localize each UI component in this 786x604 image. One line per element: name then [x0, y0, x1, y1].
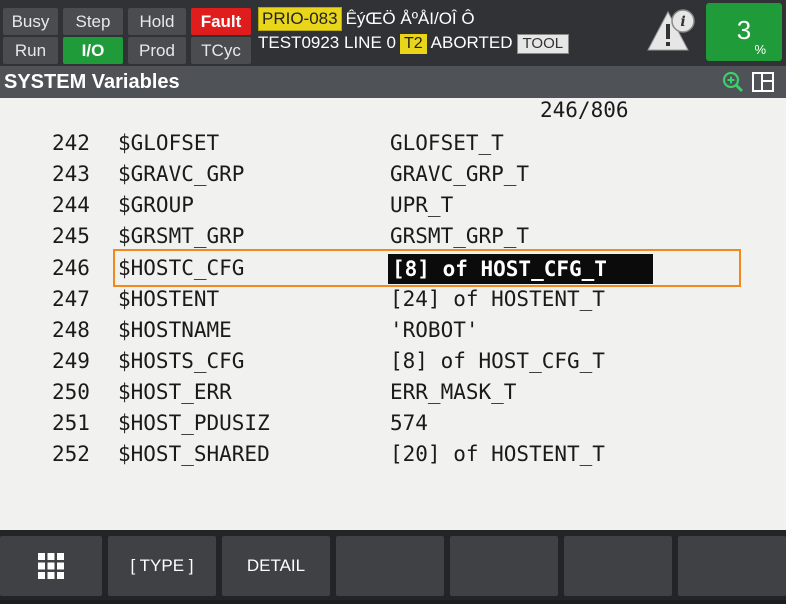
program-status-line: TEST0923 LINE 0 T2 ABORTED TOOL — [258, 31, 570, 55]
variable-row-selected[interactable]: 246 $HOSTC_CFG [8] of HOST_CFG_T — [0, 253, 786, 284]
variable-name: $HOSTC_CFG — [118, 256, 245, 280]
variable-value: 'ROBOT' — [390, 318, 479, 342]
system-variables-list: 246/806 242 $GLOFSET GLOFSET_T 243 $GRAV… — [0, 98, 786, 530]
variable-number: 245 — [52, 224, 90, 248]
alert-info-icon[interactable]: i — [646, 6, 700, 56]
variable-value: UPR_T — [390, 193, 454, 217]
variable-name: $HOST_SHARED — [118, 442, 270, 466]
grid-menu-icon — [38, 553, 64, 579]
function-key-bar: [ TYPE ] DETAIL — [0, 530, 786, 600]
variable-name: $HOST_ERR — [118, 380, 232, 404]
override-value: 3 — [736, 15, 752, 45]
page-title: SYSTEM Variables — [4, 71, 180, 93]
svg-text:i: i — [680, 14, 685, 30]
page-counter: 246/806 — [540, 98, 629, 122]
speed-override-box[interactable]: 3 % — [706, 3, 782, 61]
variable-name: $GRAVC_GRP — [118, 162, 245, 186]
selected-value-cursor[interactable]: [8] of HOST_CFG_T — [388, 254, 653, 284]
variable-value: [20] of HOSTENT_T — [390, 442, 605, 466]
tool-badge: TOOL — [516, 33, 570, 54]
variable-row[interactable]: 249 $HOSTS_CFG [8] of HOST_CFG_T — [0, 346, 786, 377]
variable-row[interactable]: 248 $HOSTNAME 'ROBOT' — [0, 315, 786, 346]
variable-row[interactable]: 243 $GRAVC_GRP GRAVC_GRP_T — [0, 159, 786, 190]
variable-number: 246 — [52, 256, 90, 280]
zoom-in-icon[interactable] — [722, 71, 744, 93]
program-state: ABORTED — [430, 33, 513, 52]
variable-value: GRAVC_GRP_T — [390, 162, 530, 186]
f5-button[interactable] — [564, 536, 672, 596]
variable-number: 243 — [52, 162, 90, 186]
variable-value: [24] of HOSTENT_T — [390, 287, 605, 311]
f1-type-button[interactable]: [ TYPE ] — [108, 536, 216, 596]
f4-button[interactable] — [450, 536, 558, 596]
variable-value: [8] of HOST_CFG_T — [390, 349, 605, 373]
run-indicator: Run — [3, 37, 58, 64]
alarm-message-text: ÊýŒÖ ÅºÅI/OÎ Ô — [345, 9, 475, 28]
status-bar: Busy Step Hold Fault Run I/O Prod TCyc P… — [0, 0, 786, 66]
variable-number: 248 — [52, 318, 90, 342]
variable-row[interactable]: 244 $GROUP UPR_T — [0, 190, 786, 221]
hold-indicator: Hold — [128, 8, 186, 35]
busy-indicator: Busy — [3, 8, 58, 35]
fault-indicator: Fault — [191, 8, 251, 35]
program-name-line: TEST0923 LINE 0 — [258, 33, 396, 52]
f6-button[interactable] — [678, 536, 786, 596]
variable-value: 574 — [390, 411, 428, 435]
variable-number: 252 — [52, 442, 90, 466]
step-indicator: Step — [63, 8, 123, 35]
mode-badge: T2 — [399, 33, 427, 54]
variable-row[interactable]: 247 $HOSTENT [24] of HOSTENT_T — [0, 284, 786, 315]
variable-value: GLOFSET_T — [390, 131, 504, 155]
variable-number: 250 — [52, 380, 90, 404]
variable-number: 249 — [52, 349, 90, 373]
variable-name: $GRSMT_GRP — [118, 224, 245, 248]
variable-number: 251 — [52, 411, 90, 435]
variable-name: $HOSTS_CFG — [118, 349, 245, 373]
split-screen-icon[interactable] — [752, 72, 774, 92]
variable-row[interactable]: 251 $HOST_PDUSIZ 574 — [0, 408, 786, 439]
variable-row[interactable]: 250 $HOST_ERR ERR_MASK_T — [0, 377, 786, 408]
variable-value: ERR_MASK_T — [390, 380, 517, 404]
io-indicator: I/O — [63, 37, 123, 64]
tcyc-indicator: TCyc — [191, 37, 251, 64]
variable-number: 242 — [52, 131, 90, 155]
variable-name: $HOSTNAME — [118, 318, 232, 342]
override-unit: % — [754, 42, 766, 57]
prod-indicator: Prod — [128, 37, 186, 64]
variable-value: GRSMT_GRP_T — [390, 224, 530, 248]
variable-name: $HOST_PDUSIZ — [118, 411, 270, 435]
f2-detail-button[interactable]: DETAIL — [222, 536, 330, 596]
title-bar: SYSTEM Variables — [0, 66, 786, 98]
variable-row[interactable]: 242 $GLOFSET GLOFSET_T — [0, 128, 786, 159]
variable-name: $GROUP — [118, 193, 194, 217]
menu-button[interactable] — [0, 536, 102, 596]
alarm-code-badge: PRIO-083 — [258, 7, 342, 31]
alarm-message-line[interactable]: PRIO-083 ÊýŒÖ ÅºÅI/OÎ Ô — [258, 7, 475, 31]
variable-number: 244 — [52, 193, 90, 217]
f3-button[interactable] — [336, 536, 444, 596]
variable-row[interactable]: 245 $GRSMT_GRP GRSMT_GRP_T — [0, 221, 786, 252]
teach-pendant-screen: Busy Step Hold Fault Run I/O Prod TCyc P… — [0, 0, 786, 600]
variable-name: $HOSTENT — [118, 287, 220, 311]
variable-number: 247 — [52, 287, 90, 311]
variable-row[interactable]: 252 $HOST_SHARED [20] of HOSTENT_T — [0, 439, 786, 470]
variable-name: $GLOFSET — [118, 131, 220, 155]
